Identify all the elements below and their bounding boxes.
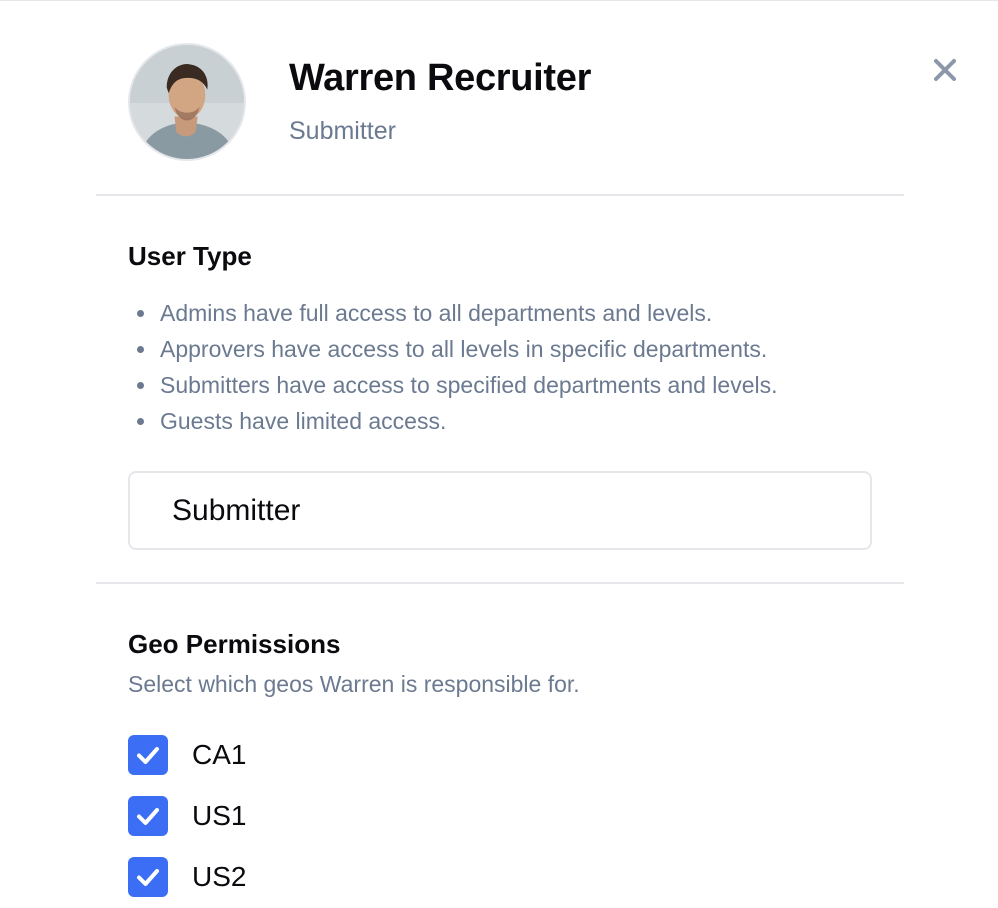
checkmark-icon — [137, 808, 159, 825]
geo-label-ca1: CA1 — [192, 739, 247, 770]
geo-checkbox-ca1[interactable] — [128, 735, 168, 775]
section-divider — [96, 582, 904, 584]
checkmark-icon — [137, 869, 159, 886]
user-type-description-submitters: Submitters have access to specified depa… — [134, 367, 778, 403]
avatar — [128, 43, 246, 161]
geo-label-us2: US2 — [192, 861, 247, 892]
user-name: Warren Recruiter — [289, 57, 592, 99]
geo-checkbox-us1[interactable] — [128, 796, 168, 836]
user-type-select[interactable]: Submitter — [128, 471, 872, 550]
header-divider — [96, 194, 904, 196]
close-icon[interactable] — [932, 57, 958, 83]
close-button[interactable] — [926, 51, 964, 89]
geo-permissions-subtitle: Select which geos Warren is responsible … — [128, 671, 580, 697]
user-type-description-approvers: Approvers have access to all levels in s… — [134, 331, 778, 367]
modal-header: Warren Recruiter Submitter — [0, 1, 998, 196]
geo-option-us1[interactable]: US1 — [128, 796, 246, 836]
geo-permissions-title: Geo Permissions — [128, 629, 341, 659]
user-permissions-modal: Warren Recruiter Submitter User Type Adm… — [0, 0, 998, 908]
user-type-title: User Type — [128, 241, 252, 271]
geo-checkbox-us2[interactable] — [128, 857, 168, 897]
user-type-select-value: Submitter — [172, 493, 301, 527]
user-type-descriptions: Admins have full access to all departmen… — [134, 295, 778, 439]
geo-label-us1: US1 — [192, 800, 247, 831]
user-role: Submitter — [289, 117, 396, 145]
checkmark-icon — [137, 747, 159, 764]
geo-option-ca1[interactable]: CA1 — [128, 735, 246, 775]
user-photo-avatar-icon — [130, 45, 244, 159]
user-type-description-guests: Guests have limited access. — [134, 403, 778, 439]
user-type-description-admins: Admins have full access to all departmen… — [134, 295, 778, 331]
geo-option-us2[interactable]: US2 — [128, 857, 246, 897]
